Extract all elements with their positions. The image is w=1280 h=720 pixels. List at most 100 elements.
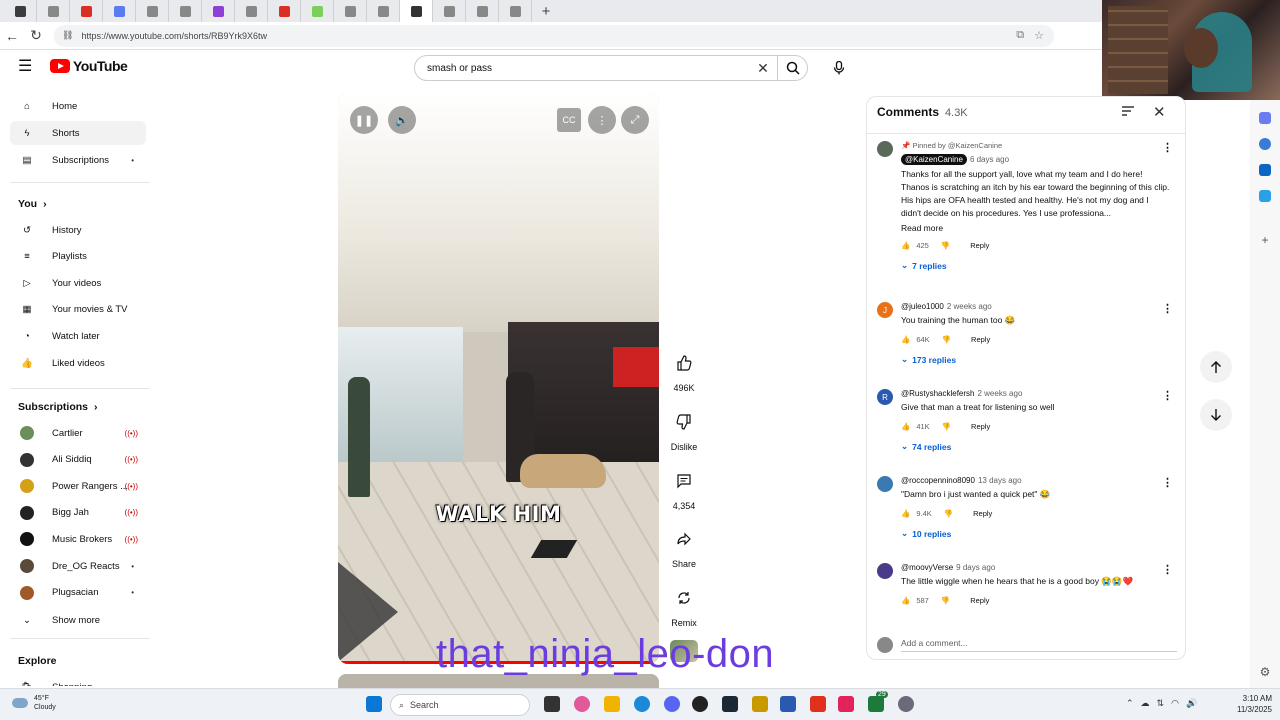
view-replies-button[interactable]: ⌄ 7 replies <box>901 260 1171 271</box>
comments-button[interactable]: 4,354 <box>664 464 704 511</box>
browser-tab[interactable] <box>202 0 235 22</box>
browser-tab[interactable] <box>268 0 301 22</box>
sidebar-item-liked-videos[interactable]: 👍 Liked videos <box>10 351 146 375</box>
install-app-icon[interactable]: ⧉ <box>1016 29 1024 42</box>
sidebar-item-history[interactable]: ↺ History <box>10 218 146 242</box>
fullscreen-icon[interactable]: ⤢ <box>621 106 649 134</box>
comment-like-icon[interactable]: 👍 <box>901 335 910 344</box>
sidebar-subscription[interactable]: Music Brokers ((•)) <box>10 527 146 551</box>
like-button[interactable]: 496K <box>664 346 704 393</box>
sidebar-subscription[interactable]: Power Rangers ... ((•)) <box>10 474 146 498</box>
browser-tab[interactable] <box>400 0 433 22</box>
sidebar-item-your-movies-tv[interactable]: ▦ Your movies & TV <box>10 298 146 322</box>
close-comments-icon[interactable]: ✕ <box>1153 103 1166 121</box>
file-explorer-icon[interactable] <box>604 696 620 712</box>
add-rail-icon[interactable]: + <box>1259 234 1271 246</box>
sidebar-item-home[interactable]: ⌂ Home <box>10 94 146 118</box>
browser-tab[interactable] <box>235 0 268 22</box>
extension-icon[interactable] <box>1259 138 1271 150</box>
comment-dislike-icon[interactable]: 👎 <box>942 422 951 431</box>
browser-tab[interactable] <box>136 0 169 22</box>
browser-tab[interactable] <box>37 0 70 22</box>
browser-tab[interactable] <box>367 0 400 22</box>
view-replies-button[interactable]: ⌄ 173 replies <box>901 354 1171 365</box>
volume-tray-icon[interactable]: 🔊 <box>1186 698 1197 709</box>
site-info-icon[interactable]: ⛓ <box>62 30 73 41</box>
discord-icon[interactable] <box>664 696 680 712</box>
view-replies-button[interactable]: ⌄ 10 replies <box>901 528 1171 539</box>
show-more-button[interactable]: ⌄ Show more <box>10 608 146 632</box>
comment-author[interactable]: @Rustyshacklefersh <box>901 389 974 398</box>
comment-menu-icon[interactable]: ⋮ <box>1162 389 1173 402</box>
comment-dislike-icon[interactable]: 👎 <box>944 509 953 518</box>
network-icon[interactable]: ⇅ <box>1157 698 1165 709</box>
comment-like-icon[interactable]: 👍 <box>901 241 910 250</box>
browser-tab[interactable] <box>70 0 103 22</box>
dislike-button[interactable]: Dislike <box>664 405 704 452</box>
search-button[interactable] <box>778 55 808 81</box>
comment-reply-button[interactable]: Reply <box>970 241 989 250</box>
voice-search-button[interactable] <box>826 55 852 81</box>
pause-icon[interactable]: ❚❚ <box>350 106 378 134</box>
sidebar-you-heading[interactable]: You › <box>18 198 47 210</box>
comment-dislike-icon[interactable]: 👎 <box>941 241 950 250</box>
sidebar-item-shorts[interactable]: ϟ Shorts <box>10 121 146 145</box>
comment-avatar[interactable] <box>877 141 893 157</box>
browser-tab[interactable] <box>433 0 466 22</box>
weather-widget[interactable]: 45°F Cloudy <box>12 694 56 712</box>
obs-icon[interactable] <box>692 696 708 712</box>
wifi-icon[interactable]: ◠ <box>1171 698 1179 709</box>
previous-short-button[interactable] <box>1200 351 1232 383</box>
comment-author[interactable]: @juleo1000 <box>901 302 944 311</box>
view-replies-button[interactable]: ⌄ 74 replies <box>901 441 1171 452</box>
read-more-link[interactable]: Read more <box>901 223 1171 233</box>
comment-reply-button[interactable]: Reply <box>971 335 990 344</box>
sidebar-subscription[interactable]: Ali Siddiq ((•)) <box>10 448 146 472</box>
comment-reply-button[interactable]: Reply <box>970 596 989 605</box>
comment-menu-icon[interactable]: ⋮ <box>1162 563 1173 576</box>
start-icon[interactable] <box>366 696 382 712</box>
comment-author[interactable]: @roccopennino8090 <box>901 476 975 485</box>
comment-like-icon[interactable]: 👍 <box>901 422 910 431</box>
comment-like-icon[interactable]: 👍 <box>901 596 910 605</box>
sidebar-subscriptions-heading[interactable]: Subscriptions › <box>18 401 98 413</box>
volume-icon[interactable]: 🔈 <box>388 106 416 134</box>
steam-icon[interactable] <box>722 696 738 712</box>
clock[interactable]: 3:10 AM 11/3/2025 <box>1222 693 1272 715</box>
comment-avatar[interactable] <box>877 476 893 492</box>
task-view-icon[interactable] <box>544 696 560 712</box>
browser-tab[interactable] <box>169 0 202 22</box>
shorts-video-player[interactable]: WALK HIM ❚❚ 🔈 CC ⋮ ⤢ <box>338 92 659 664</box>
comment-menu-icon[interactable]: ⋮ <box>1162 141 1173 154</box>
sidebar-subscription[interactable]: Dre_OG Reacts • <box>10 554 146 578</box>
reload-icon[interactable]: ↻ <box>24 27 48 44</box>
comment-avatar[interactable]: R <box>877 389 893 405</box>
comment-reply-button[interactable]: Reply <box>971 422 990 431</box>
comment-author[interactable]: @moovyVerse <box>901 563 953 572</box>
youtube-app-icon[interactable] <box>810 696 826 712</box>
sidebar-item-shopping[interactable]: 🛍 Shopping <box>10 675 146 687</box>
sidebar-subscription[interactable]: Bigg Jah ((•)) <box>10 501 146 525</box>
closed-captions-icon[interactable]: CC <box>557 108 581 132</box>
browser-tab[interactable] <box>466 0 499 22</box>
remix-button[interactable]: Remix <box>664 581 704 628</box>
comment-author[interactable]: @KaizenCanine <box>901 154 967 165</box>
url-field[interactable]: ⛓ https://www.youtube.com/shorts/RB9Yrk9… <box>54 24 1054 47</box>
comment-like-icon[interactable]: 👍 <box>901 509 910 518</box>
add-comment-input[interactable]: Add a comment... <box>901 638 1177 652</box>
back-icon[interactable]: ← <box>0 28 24 44</box>
sidebar-item-playlists[interactable]: ≡ Playlists <box>10 245 146 269</box>
calculator-icon[interactable] <box>780 696 796 712</box>
tray-overflow-icon[interactable]: ⌃ <box>1126 698 1134 709</box>
comment-dislike-icon[interactable]: 👎 <box>941 596 950 605</box>
outlook-icon[interactable] <box>1259 164 1271 176</box>
settings-icon[interactable]: ⚙ <box>1259 666 1271 678</box>
browser-tab[interactable] <box>301 0 334 22</box>
comment-menu-icon[interactable]: ⋮ <box>1162 476 1173 489</box>
youtube-logo[interactable]: YouTube <box>50 58 128 74</box>
sidebar-item-subscriptions[interactable]: ▤ Subscriptions • <box>10 148 146 172</box>
comment-avatar[interactable] <box>877 563 893 579</box>
browser-tab[interactable] <box>334 0 367 22</box>
send-icon[interactable] <box>1259 190 1271 202</box>
add-comment-row[interactable]: Add a comment... <box>877 637 1177 653</box>
